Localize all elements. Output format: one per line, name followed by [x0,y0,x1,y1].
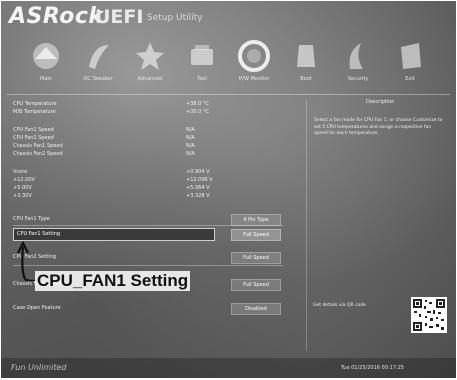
v5-label: +5.00V [13,185,32,191]
uefi-label: UEFI [95,6,144,28]
mb-temp-label: M/B Temperature [13,109,56,115]
main-icon [33,43,59,69]
tab-oc-tweaker-label: OC Tweaker [83,76,113,82]
tab-main[interactable]: Main [19,35,73,91]
qr-code-label: Get details via QR code [313,303,366,308]
cpu-temp-label: CPU Temperature [13,101,57,107]
qr-code-icon [411,297,447,333]
cpu-fan2-setting-option[interactable]: Full Speed [231,252,281,264]
description-text: Select a fan mode for CPU Fan 1, or choo… [314,118,443,136]
case-open-feature-label: Case Open Feature [13,305,61,311]
cpu-fan2-speed-value: N/A [186,135,195,141]
setup-utility-title: Setup Utility [147,13,203,23]
cpu-fan2-speed-label: CPU Fan2 Speed [13,135,54,141]
v12-label: +12.00V [13,177,35,183]
boot-icon [297,45,315,67]
chassis-fan1-setting-option[interactable]: Full Speed [231,279,281,291]
vcore-label: Vcore [13,169,28,175]
mb-temp-value: +30.0 °C [186,109,209,115]
tool-icon [191,45,213,65]
cpu-fan1-setting-row[interactable]: CPU Fan1 Setting [13,228,215,241]
hw-monitor-icon [238,40,270,72]
tab-oc-tweaker[interactable]: OC Tweaker [71,35,125,91]
v12-value: +12.096 V [186,177,213,183]
oc-tweaker-icon [89,45,109,69]
cpu-fan1-type-label: CPU Fan1 Type [13,216,50,222]
footer-logo: Fun Unlimited [11,363,67,372]
tab-security-label: Security [347,76,369,82]
chassis-fan2-speed-label: Chassis Fan2 Speed [13,151,63,157]
tab-main-label: Main [40,76,52,82]
brand-logo: ASRock [9,4,104,29]
tab-hw-monitor-label: H/W Monitor [238,76,270,82]
tab-tool[interactable]: Tool [175,35,229,91]
v33-value: +3.328 V [186,193,210,199]
tab-security[interactable]: Security [331,35,385,91]
tab-advanced-label: Advanced [137,76,163,82]
bios-screen: ASRock UEFI Setup Utility Main OC Tweake… [1,1,456,378]
tab-tool-label: Tool [197,76,207,82]
tab-exit[interactable]: Exit [383,35,437,91]
cpu-fan1-speed-value: N/A [186,127,195,133]
tab-boot[interactable]: Boot [279,35,333,91]
vcore-value: +0.904 V [186,169,210,175]
case-open-feature-option[interactable]: Disabled [231,303,281,315]
chassis-fan1-speed-label: Chassis Fan1 Speed [13,143,63,149]
exit-icon [401,43,421,69]
v5-value: +5.064 V [186,185,210,191]
v33-label: +3.30V [13,193,32,199]
main-nav: Main OC Tweaker Advanced Tool H/W Monito… [1,35,456,95]
callout-label: CPU_FAN1 Setting [35,271,191,291]
cpu-temp-value: +38.0 °C [186,101,209,107]
chassis-fan2-speed-value: N/A [186,151,195,157]
tab-hw-monitor[interactable]: H/W Monitor [227,35,281,91]
cpu-fan1-setting-option[interactable]: Full Speed [231,229,281,241]
chassis-fan1-speed-value: N/A [186,143,195,149]
tab-boot-label: Boot [300,76,312,82]
nav-separator [7,94,450,95]
description-title: Description [366,99,395,105]
tab-advanced[interactable]: Advanced [123,35,177,91]
panel-divider [306,99,307,351]
cpu-fan1-speed-label: CPU Fan1 Speed [13,127,54,133]
footer-datetime: Tue 01/25/2016 00:17:25 [341,365,404,371]
advanced-icon [136,42,164,70]
cpu-fan1-setting-label: CPU Fan1 Setting [17,231,61,237]
security-icon [349,43,363,69]
settings-divider-2 [13,265,283,266]
settings-divider [13,225,283,226]
tab-exit-label: Exit [405,76,415,82]
